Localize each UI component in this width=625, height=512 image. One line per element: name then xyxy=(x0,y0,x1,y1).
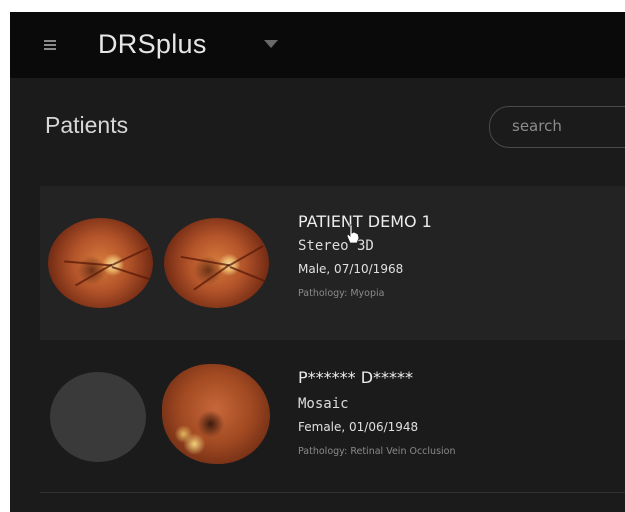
patient-exam-type: Mosaic xyxy=(298,396,349,412)
search-box[interactable] xyxy=(489,106,625,148)
empty-image-placeholder xyxy=(50,372,146,462)
patient-demographics: Male, 07/10/1968 xyxy=(298,262,404,276)
app-title[interactable]: DRSplus xyxy=(98,29,207,60)
patient-card-2[interactable]: P****** D***** Mosaic Female, 01/06/1948… xyxy=(40,342,625,493)
patient-exam-type: Stereo 3D xyxy=(298,238,374,254)
patient-name: PATIENT DEMO 1 xyxy=(298,212,432,231)
caret-down-icon[interactable] xyxy=(264,40,278,48)
hamburger-menu-icon[interactable] xyxy=(44,40,56,50)
fundus-thumbnail-left[interactable] xyxy=(48,218,153,308)
patient-pathology: Pathology: Retinal Vein Occlusion xyxy=(298,446,456,457)
search-input[interactable] xyxy=(510,116,624,136)
mosaic-thumbnail[interactable] xyxy=(162,364,270,464)
app-window: DRSplus Patients PATIENT DEMO 1 Stereo 3… xyxy=(10,12,625,512)
patient-pathology: Pathology: Myopia xyxy=(298,288,385,299)
patient-name: P****** D***** xyxy=(298,368,414,387)
fundus-thumbnail-right[interactable] xyxy=(164,218,269,308)
hand-cursor-icon xyxy=(346,224,360,244)
top-bar: DRSplus xyxy=(10,12,625,78)
patient-demographics: Female, 01/06/1948 xyxy=(298,420,419,434)
page-title: Patients xyxy=(45,112,129,138)
patient-card-1[interactable]: PATIENT DEMO 1 Stereo 3D Male, 07/10/196… xyxy=(40,186,625,340)
